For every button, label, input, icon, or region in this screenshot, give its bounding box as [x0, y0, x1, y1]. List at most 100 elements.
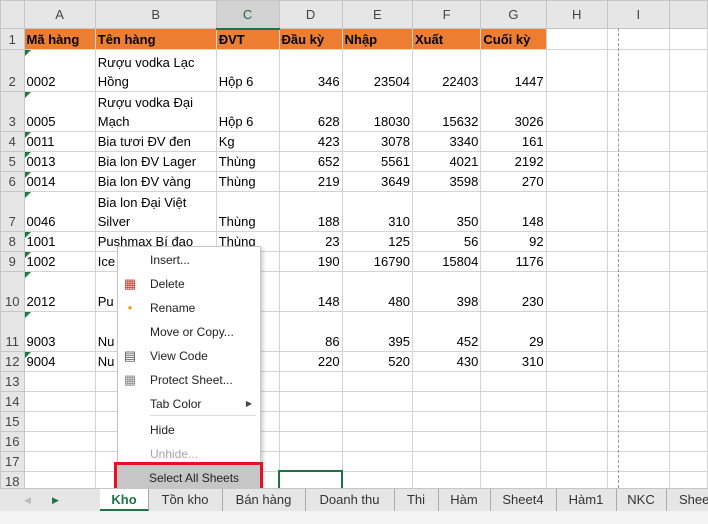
cell[interactable]: [278, 450, 343, 472]
sheet-tab[interactable]: Hàm1: [556, 489, 617, 511]
header-cell[interactable]: Xuất: [411, 28, 482, 50]
cell[interactable]: [545, 28, 608, 50]
data-cell[interactable]: 395: [341, 310, 413, 352]
data-cell[interactable]: 0005: [23, 90, 96, 132]
cell[interactable]: [545, 150, 608, 172]
data-cell[interactable]: 310: [480, 350, 547, 372]
cell[interactable]: [23, 430, 96, 452]
cell[interactable]: [480, 450, 547, 472]
cell[interactable]: [23, 370, 96, 392]
data-cell[interactable]: 3649: [341, 170, 413, 192]
cell[interactable]: [545, 250, 608, 272]
data-cell[interactable]: Thùng: [215, 190, 280, 232]
row-header[interactable]: 7: [0, 190, 25, 232]
row-header[interactable]: 8: [0, 230, 25, 252]
cell[interactable]: [668, 250, 708, 272]
cell[interactable]: [668, 170, 708, 192]
data-cell[interactable]: 190: [278, 250, 343, 272]
cell[interactable]: [545, 48, 608, 92]
row-header[interactable]: 1: [0, 28, 25, 50]
cell[interactable]: [545, 410, 608, 432]
row-header[interactable]: 4: [0, 130, 25, 152]
cell[interactable]: [668, 48, 708, 92]
data-cell[interactable]: 161: [480, 130, 547, 152]
spreadsheet-grid[interactable]: A B C D E F G H I 1 Mã hàng Tên hàng ĐVT Đầu kỳ Nhập Xu…: [0, 0, 708, 492]
sheet-tab[interactable]: Kho: [100, 489, 149, 511]
row-header[interactable]: 2: [0, 48, 25, 92]
column-header[interactable]: A: [23, 0, 96, 29]
header-cell[interactable]: Nhập: [341, 28, 413, 50]
column-header[interactable]: [668, 0, 708, 29]
cell[interactable]: [668, 230, 708, 252]
column-header[interactable]: H: [545, 0, 608, 29]
data-cell[interactable]: 4021: [411, 150, 482, 172]
data-cell[interactable]: 22403: [411, 48, 482, 92]
header-cell[interactable]: Mã hàng: [23, 28, 96, 50]
cell[interactable]: [668, 190, 708, 232]
data-cell[interactable]: 16790: [341, 250, 413, 272]
cell[interactable]: [668, 130, 708, 152]
cell[interactable]: [23, 410, 96, 432]
menu-item-protect-sheet[interactable]: ▦ Protect Sheet...: [118, 369, 260, 391]
cell[interactable]: [341, 370, 413, 392]
data-cell[interactable]: Thùng: [215, 150, 280, 172]
menu-item-move-copy[interactable]: Move or Copy...: [118, 321, 260, 343]
cell[interactable]: [668, 28, 708, 50]
cell[interactable]: [545, 390, 608, 412]
cell[interactable]: [480, 410, 547, 432]
cell[interactable]: [411, 390, 482, 412]
menu-item-tab-color[interactable]: Tab Color ▶: [118, 393, 260, 415]
header-cell[interactable]: Tên hàng: [94, 28, 217, 50]
cell[interactable]: [606, 250, 670, 272]
cell[interactable]: [668, 350, 708, 372]
cell[interactable]: [668, 410, 708, 432]
data-cell[interactable]: Thùng: [215, 170, 280, 192]
data-cell[interactable]: Hộp 6: [215, 90, 280, 132]
cell[interactable]: [606, 130, 670, 152]
data-cell[interactable]: 3598: [411, 170, 482, 192]
cell[interactable]: [606, 310, 670, 352]
cell[interactable]: [545, 310, 608, 352]
data-cell[interactable]: 520: [341, 350, 413, 372]
cell[interactable]: [606, 450, 670, 472]
column-header[interactable]: G: [480, 0, 547, 29]
sheet-tab[interactable]: Hàm: [438, 489, 491, 511]
data-cell[interactable]: 0014: [23, 170, 96, 192]
sheet-tab[interactable]: Sheet4: [490, 489, 557, 511]
data-cell[interactable]: 3026: [480, 90, 547, 132]
cell[interactable]: [606, 28, 670, 50]
cell[interactable]: [668, 450, 708, 472]
scroll-tabs-right-button[interactable]: ▶: [52, 489, 59, 511]
cell[interactable]: [606, 48, 670, 92]
cell[interactable]: [545, 270, 608, 312]
data-cell[interactable]: 230: [480, 270, 547, 312]
data-cell[interactable]: 452: [411, 310, 482, 352]
cell[interactable]: [668, 270, 708, 312]
sheet-tab[interactable]: NKC: [616, 489, 667, 511]
cell[interactable]: [545, 350, 608, 372]
data-cell[interactable]: Bia lon ĐV vàng: [94, 170, 217, 192]
data-cell[interactable]: 480: [341, 270, 413, 312]
cell[interactable]: [341, 450, 413, 472]
data-cell[interactable]: 56: [411, 230, 482, 252]
row-header[interactable]: 16: [0, 430, 25, 452]
data-cell[interactable]: 0011: [23, 130, 96, 152]
column-header[interactable]: D: [278, 0, 343, 29]
cell[interactable]: [668, 430, 708, 452]
cell[interactable]: [668, 310, 708, 352]
cell[interactable]: [606, 190, 670, 232]
row-header[interactable]: 6: [0, 170, 25, 192]
data-cell[interactable]: 18030: [341, 90, 413, 132]
cell[interactable]: [606, 270, 670, 312]
cell[interactable]: [668, 150, 708, 172]
data-cell[interactable]: 3078: [341, 130, 413, 152]
data-cell[interactable]: Kg: [215, 130, 280, 152]
menu-item-view-code[interactable]: ▤ View Code: [118, 345, 260, 367]
data-cell[interactable]: Bia lon ĐV Lager: [94, 150, 217, 172]
data-cell[interactable]: 270: [480, 170, 547, 192]
row-header[interactable]: 17: [0, 450, 25, 472]
data-cell[interactable]: 430: [411, 350, 482, 372]
row-header[interactable]: 15: [0, 410, 25, 432]
cell[interactable]: [480, 370, 547, 392]
cell[interactable]: [606, 430, 670, 452]
